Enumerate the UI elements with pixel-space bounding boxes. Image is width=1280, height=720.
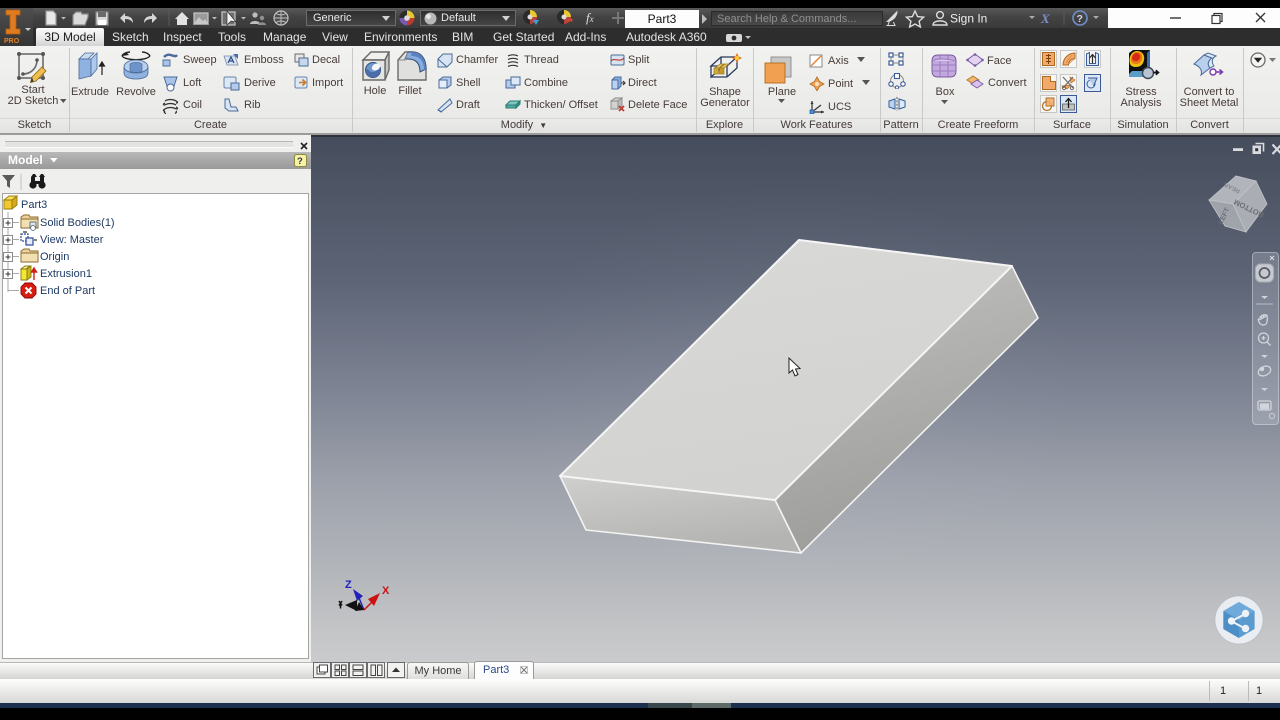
- svg-text:Sign In: Sign In: [950, 12, 987, 26]
- svg-text:?: ?: [1077, 13, 1083, 25]
- svg-text:X: X: [382, 585, 390, 597]
- svg-text:Z: Z: [345, 579, 352, 591]
- svg-text:?: ?: [297, 156, 303, 167]
- svg-text:X: X: [1040, 11, 1050, 26]
- svg-text:PRO: PRO: [4, 38, 20, 45]
